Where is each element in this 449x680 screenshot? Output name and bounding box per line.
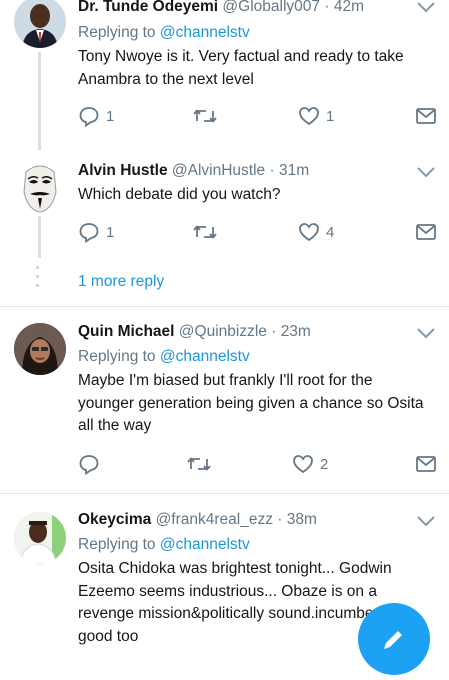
tweet-2[interactable]: Alvin Hustle @AlvinHustle · 31m Which de…: [0, 150, 449, 305]
retweet-button[interactable]: [192, 104, 224, 128]
avatar[interactable]: [14, 0, 66, 48]
timestamp[interactable]: 38m: [287, 511, 317, 528]
replying-to-label: Replying to: [78, 348, 160, 365]
display-name[interactable]: Alvin Hustle: [78, 162, 168, 179]
replying-to: Replying to @channelstv: [78, 346, 250, 368]
heart-icon: [293, 455, 313, 474]
mention-link[interactable]: @channelstv: [160, 536, 250, 553]
dot-separator: ·: [277, 511, 283, 528]
chevron-down-icon[interactable]: [415, 163, 437, 181]
timestamp[interactable]: 31m: [279, 162, 309, 179]
envelope-icon: [416, 456, 436, 472]
chevron-down-icon[interactable]: [415, 324, 437, 342]
tweet-header: Alvin Hustle @AlvinHustle · 31m: [78, 160, 409, 182]
timestamp[interactable]: 42m: [334, 0, 364, 15]
thread-line: [38, 216, 41, 258]
like-count: 4: [326, 223, 335, 241]
compose-icon: [384, 631, 402, 649]
dot-separator: ·: [269, 162, 275, 179]
dot-separator: ·: [271, 323, 277, 340]
reply-button[interactable]: [78, 452, 106, 476]
retweet-button[interactable]: [186, 452, 218, 476]
user-handle[interactable]: @frank4real_ezz: [156, 511, 273, 528]
retweet-button[interactable]: [192, 220, 224, 244]
retweet-icon: [187, 457, 211, 471]
replying-to-label: Replying to: [78, 536, 160, 553]
retweet-icon: [193, 225, 217, 239]
reply-button[interactable]: 1: [78, 104, 114, 128]
heart-icon: [299, 107, 319, 126]
mention-link[interactable]: @channelstv: [160, 348, 250, 365]
like-count: 2: [320, 455, 329, 473]
reply-icon: [79, 455, 99, 475]
user-handle[interactable]: @AlvinHustle: [172, 162, 265, 179]
compose-button[interactable]: [358, 603, 430, 675]
user-handle[interactable]: @Quinbizzle: [179, 323, 267, 340]
tweet-header: Quin Michael @Quinbizzle · 23m: [78, 321, 409, 343]
direct-message-button[interactable]: [415, 220, 437, 244]
like-count: 1: [326, 107, 335, 125]
avatar[interactable]: [14, 323, 66, 375]
direct-message-button[interactable]: [415, 104, 437, 128]
thread-dots: [36, 266, 40, 293]
display-name[interactable]: Dr. Tunde Odeyemi: [78, 0, 218, 15]
display-name[interactable]: Quin Michael: [78, 323, 174, 340]
tweet-3[interactable]: Quin Michael @Quinbizzle · 23m Replying …: [0, 307, 449, 492]
tweet-text: Which debate did you watch?: [78, 186, 281, 203]
reply-count: 1: [106, 223, 115, 241]
thread-line: [38, 52, 41, 150]
chevron-down-icon[interactable]: [415, 0, 437, 16]
envelope-icon: [416, 108, 436, 124]
tweet-text: Osita Chidoka was brightest tonight... G…: [78, 560, 392, 645]
envelope-icon: [416, 224, 436, 240]
action-bar: 2: [78, 452, 439, 476]
chevron-down-icon[interactable]: [415, 512, 437, 530]
like-button[interactable]: 1: [298, 104, 334, 128]
retweet-icon: [193, 109, 217, 123]
action-bar: 1 1: [78, 104, 439, 128]
like-button[interactable]: 2: [292, 452, 328, 476]
dot-separator: ·: [324, 0, 330, 15]
tweet-text: Maybe I'm biased but frankly I'll root f…: [78, 372, 424, 434]
timestamp[interactable]: 23m: [281, 323, 311, 340]
reply-icon: [79, 223, 99, 243]
user-handle[interactable]: @Globally007: [222, 0, 320, 15]
replying-to-label: Replying to: [78, 24, 160, 41]
reply-count: 1: [106, 107, 115, 125]
tweet-1[interactable]: Dr. Tunde Odeyemi @Globally007 · 42m Rep…: [0, 0, 449, 150]
avatar[interactable]: [14, 512, 66, 564]
tweet-text: Tony Nwoye is it. Very factual and ready…: [78, 48, 404, 88]
reply-icon: [79, 107, 99, 127]
tweet-header: Okeycima @frank4real_ezz · 38m: [78, 509, 409, 531]
replying-to: Replying to @channelstv: [78, 22, 250, 44]
display-name[interactable]: Okeycima: [78, 511, 151, 528]
replying-to: Replying to @channelstv: [78, 534, 250, 556]
like-button[interactable]: 4: [298, 220, 334, 244]
heart-icon: [299, 223, 319, 242]
reply-button[interactable]: 1: [78, 220, 114, 244]
tweet-header: Dr. Tunde Odeyemi @Globally007 · 42m: [78, 0, 409, 18]
avatar[interactable]: [14, 162, 66, 214]
mention-link[interactable]: @channelstv: [160, 24, 250, 41]
more-replies-link[interactable]: 1 more reply: [78, 271, 164, 293]
direct-message-button[interactable]: [415, 452, 437, 476]
action-bar: 1 4: [78, 220, 439, 244]
